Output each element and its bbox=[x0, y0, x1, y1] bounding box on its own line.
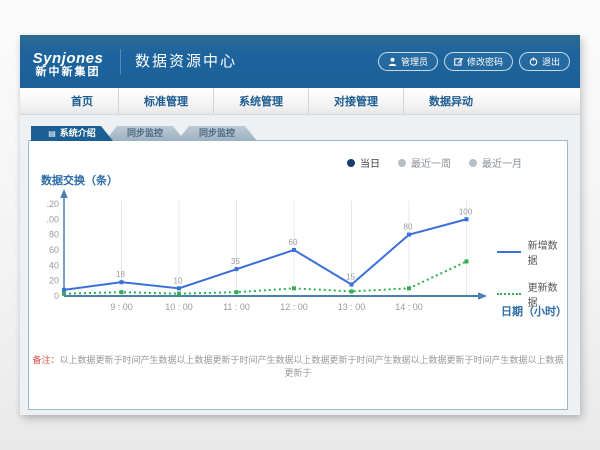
header-actions: 管理员 修改密码 退出 bbox=[378, 52, 570, 71]
app-window: Synjones 新中新集团 数据资源中心 管理员 修改密码 退出 首页 标准管… bbox=[20, 35, 580, 415]
svg-text:20: 20 bbox=[49, 276, 59, 286]
main-nav: 首页 标准管理 系统管理 对接管理 数据异动 bbox=[20, 88, 580, 115]
svg-text:0: 0 bbox=[54, 291, 59, 301]
tab-sync-monitor-2[interactable]: 同步监控 bbox=[177, 126, 257, 141]
user-button[interactable]: 管理员 bbox=[378, 52, 438, 71]
svg-text:10: 10 bbox=[174, 276, 183, 285]
logo-text-en: Synjones bbox=[20, 51, 116, 67]
nav-item-standard-mgmt[interactable]: 标准管理 bbox=[118, 88, 213, 114]
tab-system-intro[interactable]: ▤系统介绍 bbox=[31, 126, 113, 141]
svg-text:40: 40 bbox=[49, 260, 59, 270]
blue-line-icon bbox=[497, 251, 521, 253]
green-dotted-line-icon bbox=[497, 293, 521, 295]
radio-today[interactable]: 当日 bbox=[347, 155, 380, 170]
nav-item-system-mgmt[interactable]: 系统管理 bbox=[213, 88, 308, 114]
document-icon: ▤ bbox=[48, 129, 56, 138]
nav-item-home[interactable]: 首页 bbox=[46, 88, 118, 114]
time-range-filter: 当日 最近一周 最近一月 bbox=[347, 155, 522, 170]
footnote: 备注：以上数据更新于时间产生数据以上数据更新于时间产生数据以上数据更新于时间产生… bbox=[29, 353, 567, 379]
svg-text:13 : 00: 13 : 00 bbox=[338, 302, 366, 312]
svg-text:18: 18 bbox=[116, 270, 125, 279]
svg-text:15: 15 bbox=[346, 272, 355, 281]
chart-legend: 新增数据 更新数据 bbox=[497, 237, 567, 309]
radio-last-week[interactable]: 最近一周 bbox=[398, 155, 451, 170]
change-password-button[interactable]: 修改密码 bbox=[444, 52, 513, 71]
legend-item-updated-data[interactable]: 更新数据 bbox=[497, 279, 567, 309]
svg-text:80: 80 bbox=[404, 223, 413, 232]
svg-text:12 : 00: 12 : 00 bbox=[280, 302, 308, 312]
tab-bar: ▤系统介绍 同步监控 同步监控 bbox=[31, 126, 249, 141]
footnote-label: 备注： bbox=[32, 355, 59, 365]
svg-text:35: 35 bbox=[231, 257, 240, 266]
svg-text:9 : 00: 9 : 00 bbox=[110, 302, 133, 312]
power-icon bbox=[529, 57, 538, 66]
svg-text:100: 100 bbox=[459, 207, 473, 216]
company-logo: Synjones 新中新集团 bbox=[20, 45, 116, 78]
svg-text:60: 60 bbox=[49, 245, 59, 255]
edit-icon bbox=[454, 57, 463, 66]
svg-text:120: 120 bbox=[47, 199, 59, 209]
svg-text:11 : 00: 11 : 00 bbox=[223, 302, 250, 312]
footnote-text: 以上数据更新于时间产生数据以上数据更新于时间产生数据以上数据更新于时间产生数据以… bbox=[60, 355, 564, 378]
radio-dot bbox=[469, 159, 477, 167]
svg-text:14 : 00: 14 : 00 bbox=[395, 302, 423, 312]
app-header: Synjones 新中新集团 数据资源中心 管理员 修改密码 退出 bbox=[20, 35, 580, 88]
logout-button[interactable]: 退出 bbox=[519, 52, 570, 71]
svg-text:80: 80 bbox=[49, 230, 59, 240]
svg-text:10 : 00: 10 : 00 bbox=[165, 302, 193, 312]
logo-text-cn: 新中新集团 bbox=[20, 67, 116, 79]
nav-item-data-change[interactable]: 数据异动 bbox=[403, 88, 498, 114]
svg-text:60: 60 bbox=[289, 238, 298, 247]
legend-item-new-data[interactable]: 新增数据 bbox=[497, 237, 567, 267]
page-title: 数据资源中心 bbox=[120, 49, 237, 75]
radio-last-month[interactable]: 最近一月 bbox=[469, 155, 522, 170]
nav-item-interface-mgmt[interactable]: 对接管理 bbox=[308, 88, 403, 114]
content-panel: 当日 最近一周 最近一月 数据交换（条） 0204060801001209 : … bbox=[28, 140, 568, 410]
exchange-line-chart: 0 20 40 60 80 100 120 9 : 00 10 : 00 11 : 00 12 : … bbox=[47, 183, 517, 328]
tab-sync-monitor-1[interactable]: 同步监控 bbox=[105, 126, 185, 141]
radio-dot bbox=[347, 159, 355, 167]
user-icon bbox=[388, 57, 397, 66]
radio-dot bbox=[398, 159, 406, 167]
svg-text:100: 100 bbox=[47, 214, 59, 224]
